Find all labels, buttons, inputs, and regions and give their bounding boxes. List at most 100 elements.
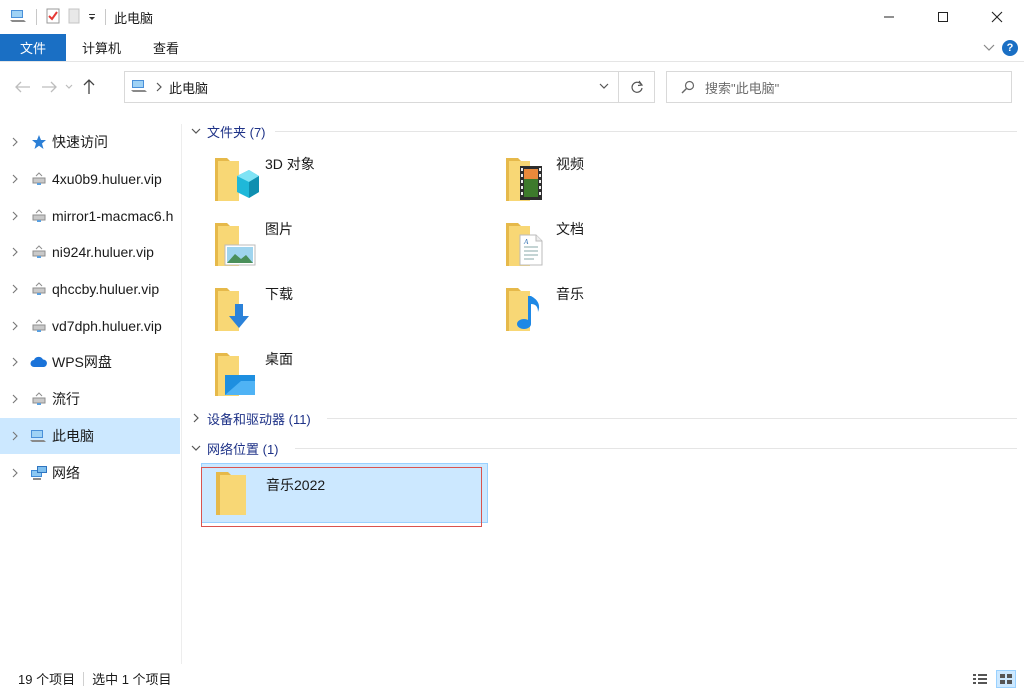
chevron-down-icon <box>191 445 201 451</box>
folder-pictures[interactable]: 图片 <box>183 211 463 273</box>
music-folder-icon <box>506 288 540 331</box>
arrow-left-icon <box>15 81 30 93</box>
maximize-button[interactable] <box>916 0 970 34</box>
toolbar-separator <box>105 9 106 25</box>
folder-videos[interactable]: 视频 <box>474 146 754 208</box>
address-bar[interactable]: 此电脑 <box>124 71 619 103</box>
minimize-icon <box>884 16 894 18</box>
minimize-button[interactable] <box>862 0 916 34</box>
chevron-right-icon[interactable] <box>8 321 22 331</box>
sidebar-item-network[interactable]: 网络 <box>0 454 181 491</box>
help-button[interactable]: ? <box>1002 40 1018 56</box>
address-path[interactable]: 此电脑 <box>169 78 208 97</box>
search-placeholder: 搜索"此电脑" <box>705 80 780 96</box>
sidebar-item-qhccby[interactable]: qhccby.huluer.vip <box>0 271 181 308</box>
close-icon <box>991 11 1003 23</box>
network-drive-icon <box>30 317 48 335</box>
chevron-right-icon[interactable] <box>8 284 22 294</box>
refresh-button[interactable] <box>619 71 655 103</box>
status-bar: 19 个项目 选中 1 个项目 <box>0 664 1024 693</box>
maximize-icon <box>938 12 948 22</box>
details-view-icon <box>973 674 987 684</box>
refresh-icon <box>631 80 643 93</box>
tab-view[interactable]: 查看 <box>137 34 195 61</box>
chevron-right-icon[interactable] <box>8 211 22 221</box>
videos-folder-icon <box>506 158 542 201</box>
large-icons-view-button[interactable] <box>996 670 1016 688</box>
close-button[interactable] <box>970 0 1024 34</box>
cloud-icon <box>30 353 48 371</box>
network-drive-icon <box>30 280 48 298</box>
back-button[interactable] <box>10 74 36 100</box>
group-header-folders[interactable]: 文件夹 (7) <box>191 120 266 142</box>
details-view-button[interactable] <box>970 670 990 688</box>
chevron-right-icon[interactable] <box>155 80 163 95</box>
chevron-right-icon[interactable] <box>8 357 22 367</box>
sidebar-item-ni924r[interactable]: ni924r.huluer.vip <box>0 234 181 271</box>
chevron-right-icon[interactable] <box>8 137 22 147</box>
folder-desktop[interactable]: 桌面 <box>183 341 463 403</box>
folder-downloads[interactable]: 下载 <box>183 276 463 338</box>
computer-icon <box>131 78 149 97</box>
sidebar-item-mirror1[interactable]: mirror1-macmac6.h <box>0 197 181 234</box>
svg-text:A: A <box>523 238 529 246</box>
group-divider <box>295 448 1017 449</box>
status-selected-count: 选中 1 个项目 <box>92 672 172 687</box>
chevron-right-icon[interactable] <box>8 174 22 184</box>
group-divider <box>275 131 1017 132</box>
highlight-box <box>201 467 482 527</box>
network-drive-icon <box>30 243 48 261</box>
search-icon <box>681 80 695 94</box>
chevron-right-icon[interactable] <box>8 431 22 441</box>
sidebar-item-quick-access[interactable]: 快速访问 <box>0 124 181 161</box>
quick-access-toolbar <box>0 0 108 34</box>
new-folder-icon[interactable] <box>67 8 81 27</box>
forward-button[interactable] <box>36 74 62 100</box>
sidebar-item-wps-cloud[interactable]: WPS网盘 <box>0 344 181 381</box>
up-button[interactable] <box>76 74 102 100</box>
documents-folder-icon: A <box>506 223 543 266</box>
address-dropdown-button[interactable] <box>598 80 610 95</box>
arrow-up-icon <box>83 79 95 94</box>
toolbar-separator <box>36 9 37 25</box>
ribbon-tabs: 文件 计算机 查看 ? <box>0 34 1024 62</box>
network-drive-icon <box>30 390 48 408</box>
folder-3d-objects[interactable]: 3D 对象 <box>183 146 463 208</box>
tab-computer[interactable]: 计算机 <box>66 34 137 61</box>
customize-toolbar-icon[interactable] <box>87 10 97 25</box>
sidebar-item-4xu0b9[interactable]: 4xu0b9.huluer.vip <box>0 161 181 198</box>
sidebar-item-vd7dph[interactable]: vd7dph.huluer.vip <box>0 307 181 344</box>
properties-icon[interactable] <box>45 8 61 27</box>
computer-icon[interactable] <box>10 8 28 27</box>
chevron-right-icon[interactable] <box>8 247 22 257</box>
chevron-right-icon <box>193 413 199 423</box>
star-icon <box>30 133 48 151</box>
search-box[interactable]: 搜索"此电脑" <box>666 71 1012 103</box>
content-pane: 文件夹 (7) 3D 对象 视频 图片 A 文档 下载 音乐 桌面 设备和驱动器… <box>183 112 1024 662</box>
folder-music[interactable]: 音乐 <box>474 276 754 338</box>
chevron-down-icon <box>65 84 73 89</box>
sidebar-item-liuxing[interactable]: 流行 <box>0 381 181 418</box>
tab-file[interactable]: 文件 <box>0 34 67 61</box>
group-header-network[interactable]: 网络位置 (1) <box>191 437 279 459</box>
network-drive-icon <box>30 207 48 225</box>
group-divider <box>327 418 1017 419</box>
recent-locations-button[interactable] <box>62 74 76 100</box>
3d-objects-folder-icon <box>215 158 259 201</box>
network-drive-icon <box>30 170 48 188</box>
downloads-folder-icon <box>215 288 249 331</box>
chevron-down-icon <box>983 44 995 51</box>
window-controls <box>862 0 1024 34</box>
chevron-right-icon[interactable] <box>8 394 22 404</box>
sidebar-item-this-pc[interactable]: 此电脑 <box>0 417 180 455</box>
folder-documents[interactable]: A 文档 <box>474 211 754 273</box>
group-header-devices[interactable]: 设备和驱动器 (11) <box>191 407 311 429</box>
chevron-down-icon <box>191 128 201 134</box>
chevron-right-icon[interactable] <box>8 468 22 478</box>
title-bar: 此电脑 <box>0 0 1024 34</box>
navigation-pane: 快速访问 4xu0b9.huluer.vip mirror1-macmac6.h… <box>0 124 182 664</box>
view-switcher <box>970 670 1016 688</box>
ribbon-right-controls: ? <box>982 34 1018 62</box>
expand-ribbon-button[interactable] <box>982 41 996 56</box>
arrow-right-icon <box>42 81 57 93</box>
